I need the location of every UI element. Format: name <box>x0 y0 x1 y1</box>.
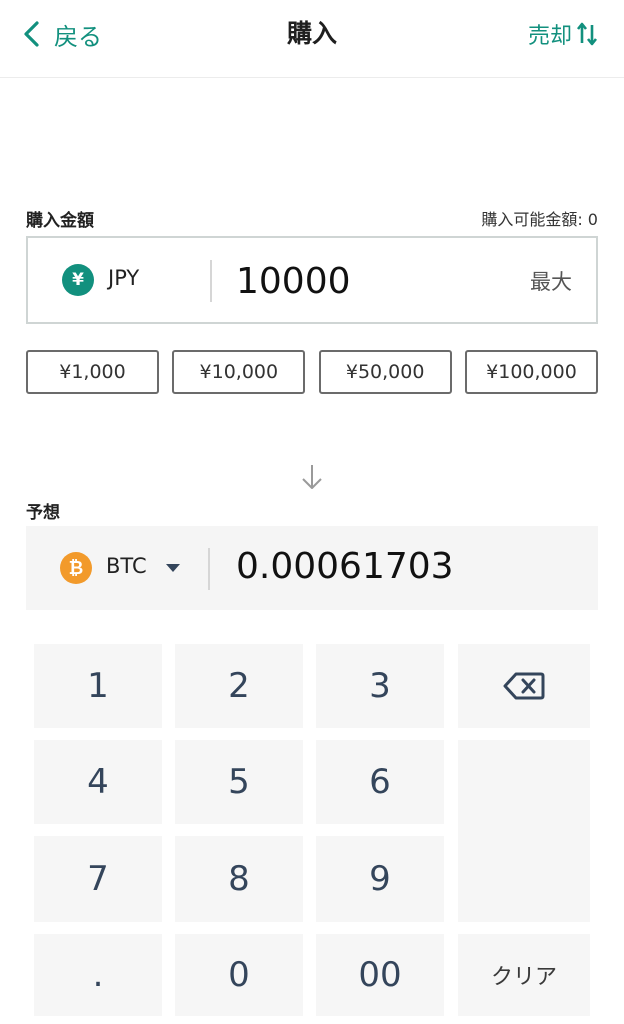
max-button[interactable]: 最大 <box>530 266 572 296</box>
quick-amount-1000-button[interactable]: ¥1,000 <box>26 350 159 394</box>
bitcoin-icon: ₿ <box>60 552 92 584</box>
available-amount: 購入可能金額: 0 <box>481 210 598 229</box>
key-4[interactable]: 4 <box>34 740 162 824</box>
key-2[interactable]: 2 <box>175 644 303 728</box>
empty-key <box>458 740 590 922</box>
swap-vertical-icon <box>576 22 598 46</box>
sell-button[interactable]: 売却 <box>528 14 598 54</box>
key-decimal[interactable]: . <box>34 934 162 1016</box>
amount-field[interactable]: ¥ JPY 最大 <box>26 236 598 324</box>
yen-icon: ¥ <box>62 264 94 296</box>
key-7[interactable]: 7 <box>34 836 162 922</box>
arrow-down-icon <box>302 465 322 489</box>
currency-code: JPY <box>108 266 140 290</box>
divider <box>210 260 212 302</box>
key-9[interactable]: 9 <box>316 836 444 922</box>
header: 戻る 購入 売却 <box>0 0 624 78</box>
key-6[interactable]: 6 <box>316 740 444 824</box>
key-3[interactable]: 3 <box>316 644 444 728</box>
key-0[interactable]: 0 <box>175 934 303 1016</box>
key-8[interactable]: 8 <box>175 836 303 922</box>
clear-key[interactable]: クリア <box>458 934 590 1016</box>
caret-down-icon[interactable] <box>164 562 182 574</box>
amount-input[interactable] <box>236 256 496 306</box>
amount-label: 購入金額 <box>26 211 94 231</box>
quick-amount-100000-button[interactable]: ¥100,000 <box>464 350 598 394</box>
backspace-icon <box>503 672 545 700</box>
key-00[interactable]: 00 <box>316 934 444 1016</box>
divider <box>208 548 210 590</box>
quick-amount-buttons: ¥1,000 ¥10,000 ¥50,000 ¥100,000 <box>26 350 598 394</box>
quick-amount-50000-button[interactable]: ¥50,000 <box>318 350 452 394</box>
key-5[interactable]: 5 <box>175 740 303 824</box>
backspace-key[interactable] <box>458 644 590 728</box>
key-1[interactable]: 1 <box>34 644 162 728</box>
crypto-code[interactable]: BTC <box>106 554 147 578</box>
quick-amount-10000-button[interactable]: ¥10,000 <box>172 350 306 394</box>
expected-label: 予想 <box>26 503 60 523</box>
expected-value: 0.00061703 <box>236 546 454 587</box>
sell-label: 売却 <box>527 24 572 49</box>
expected-field: ₿ BTC 0.00061703 <box>26 526 598 610</box>
